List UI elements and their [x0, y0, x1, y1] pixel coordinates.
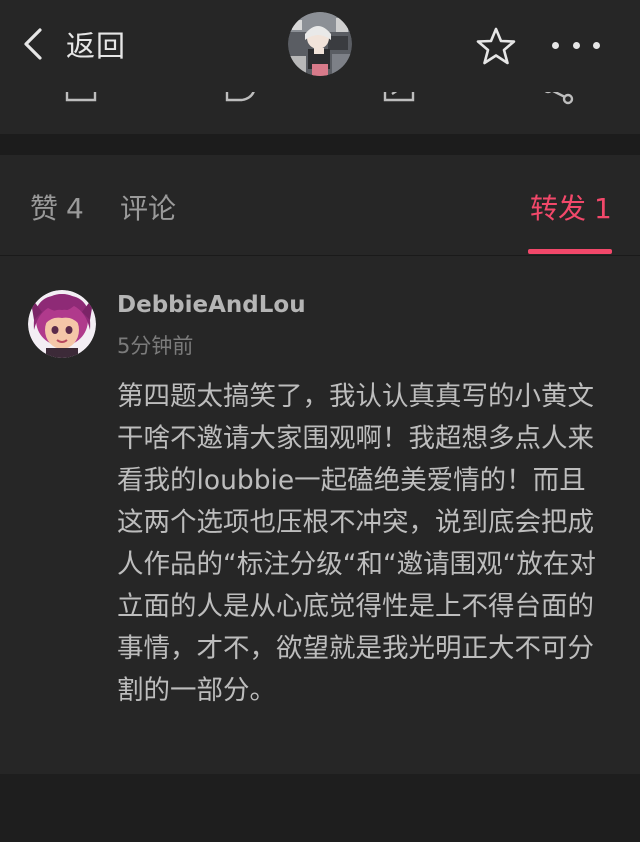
- tab-reposts-count: 1: [594, 192, 612, 225]
- more-options-button[interactable]: [552, 34, 600, 56]
- tab-reposts[interactable]: 转发 1: [530, 187, 612, 227]
- more-dot-icon: [593, 41, 600, 49]
- tab-likes[interactable]: 赞4: [30, 187, 84, 227]
- list-footer-area: [0, 774, 640, 842]
- share-out-icon[interactable]: [382, 92, 416, 112]
- tab-comments[interactable]: 评论: [120, 187, 176, 227]
- tab-reposts-label: 转发: [530, 192, 587, 225]
- section-divider: [0, 134, 640, 155]
- edit-icon[interactable]: [224, 92, 258, 112]
- comment-icon[interactable]: [64, 92, 98, 112]
- list-item[interactable]: DebbieAndLou 5分钟前 第四题太搞笑了，我认认真真写的小黄文干啥不邀…: [0, 256, 640, 774]
- active-tab-indicator: [528, 249, 612, 254]
- share-network-icon[interactable]: [540, 92, 574, 112]
- tab-comments-label: 评论: [120, 192, 177, 225]
- author-avatar[interactable]: [288, 12, 352, 76]
- repost-timestamp: 5分钟前: [117, 334, 194, 358]
- tab-likes-label: 赞: [30, 192, 59, 225]
- avatar[interactable]: [28, 290, 96, 358]
- repost-content: 第四题太搞笑了，我认认真真写的小黄文干啥不邀请大家围观啊！我超想多点人来看我的l…: [117, 381, 596, 706]
- back-label: 返回: [66, 29, 127, 63]
- tab-likes-count: 4: [66, 192, 84, 225]
- repost-list: DebbieAndLou 5分钟前 第四题太搞笑了，我认认真真写的小黄文干啥不邀…: [0, 256, 640, 774]
- post-action-bar: [0, 92, 640, 134]
- back-button[interactable]: 返回: [22, 18, 126, 70]
- more-dot-icon: [572, 41, 580, 49]
- chevron-left-icon: [24, 28, 42, 60]
- repost-user-name[interactable]: DebbieAndLou: [117, 292, 306, 318]
- interaction-tabs: 赞4 评论 转发 1: [0, 155, 640, 256]
- more-dot-icon: [552, 41, 559, 49]
- top-nav-bar: 返回: [0, 0, 640, 92]
- star-icon[interactable]: [476, 26, 516, 66]
